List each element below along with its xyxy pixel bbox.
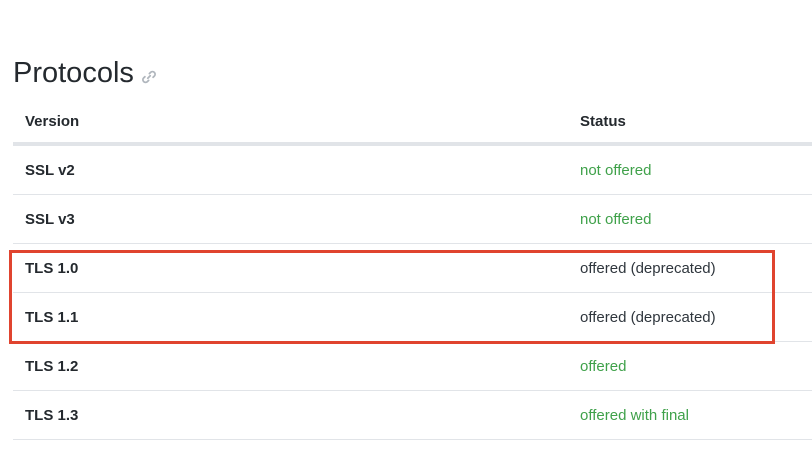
table-row-ssl-v2: SSL v2 not offered — [13, 146, 812, 195]
protocol-status: offered (deprecated) — [580, 259, 716, 277]
protocol-version: TLS 1.0 — [25, 259, 79, 277]
page: Protocols Version Status SSL v2 not offe… — [0, 0, 812, 452]
protocol-version: TLS 1.1 — [25, 308, 79, 326]
section-heading: Protocols — [13, 53, 157, 93]
protocol-status: offered — [580, 357, 627, 375]
protocol-version: TLS 1.2 — [25, 357, 79, 375]
link-icon[interactable] — [141, 69, 157, 85]
table-row-tls-1-3: TLS 1.3 offered with final — [13, 391, 812, 440]
protocol-version: SSL v2 — [25, 161, 75, 179]
protocol-status: not offered — [580, 161, 652, 179]
section-title: Protocols — [13, 56, 134, 89]
table-header: Version Status — [13, 100, 812, 146]
protocol-status: offered with final — [580, 406, 689, 424]
protocol-status: offered (deprecated) — [580, 308, 716, 326]
table-row-tls-1-0: TLS 1.0 offered (deprecated) — [13, 244, 812, 293]
table-row-tls-1-1: TLS 1.1 offered (deprecated) — [13, 293, 812, 342]
table-row-tls-1-2: TLS 1.2 offered — [13, 342, 812, 391]
protocol-version: SSL v3 — [25, 210, 75, 228]
protocols-table: Version Status SSL v2 not offered SSL v3… — [13, 100, 812, 440]
protocol-version: TLS 1.3 — [25, 406, 79, 424]
table-row-ssl-v3: SSL v3 not offered — [13, 195, 812, 244]
protocol-status: not offered — [580, 210, 652, 228]
header-version: Version — [25, 112, 80, 130]
header-status: Status — [580, 112, 626, 130]
